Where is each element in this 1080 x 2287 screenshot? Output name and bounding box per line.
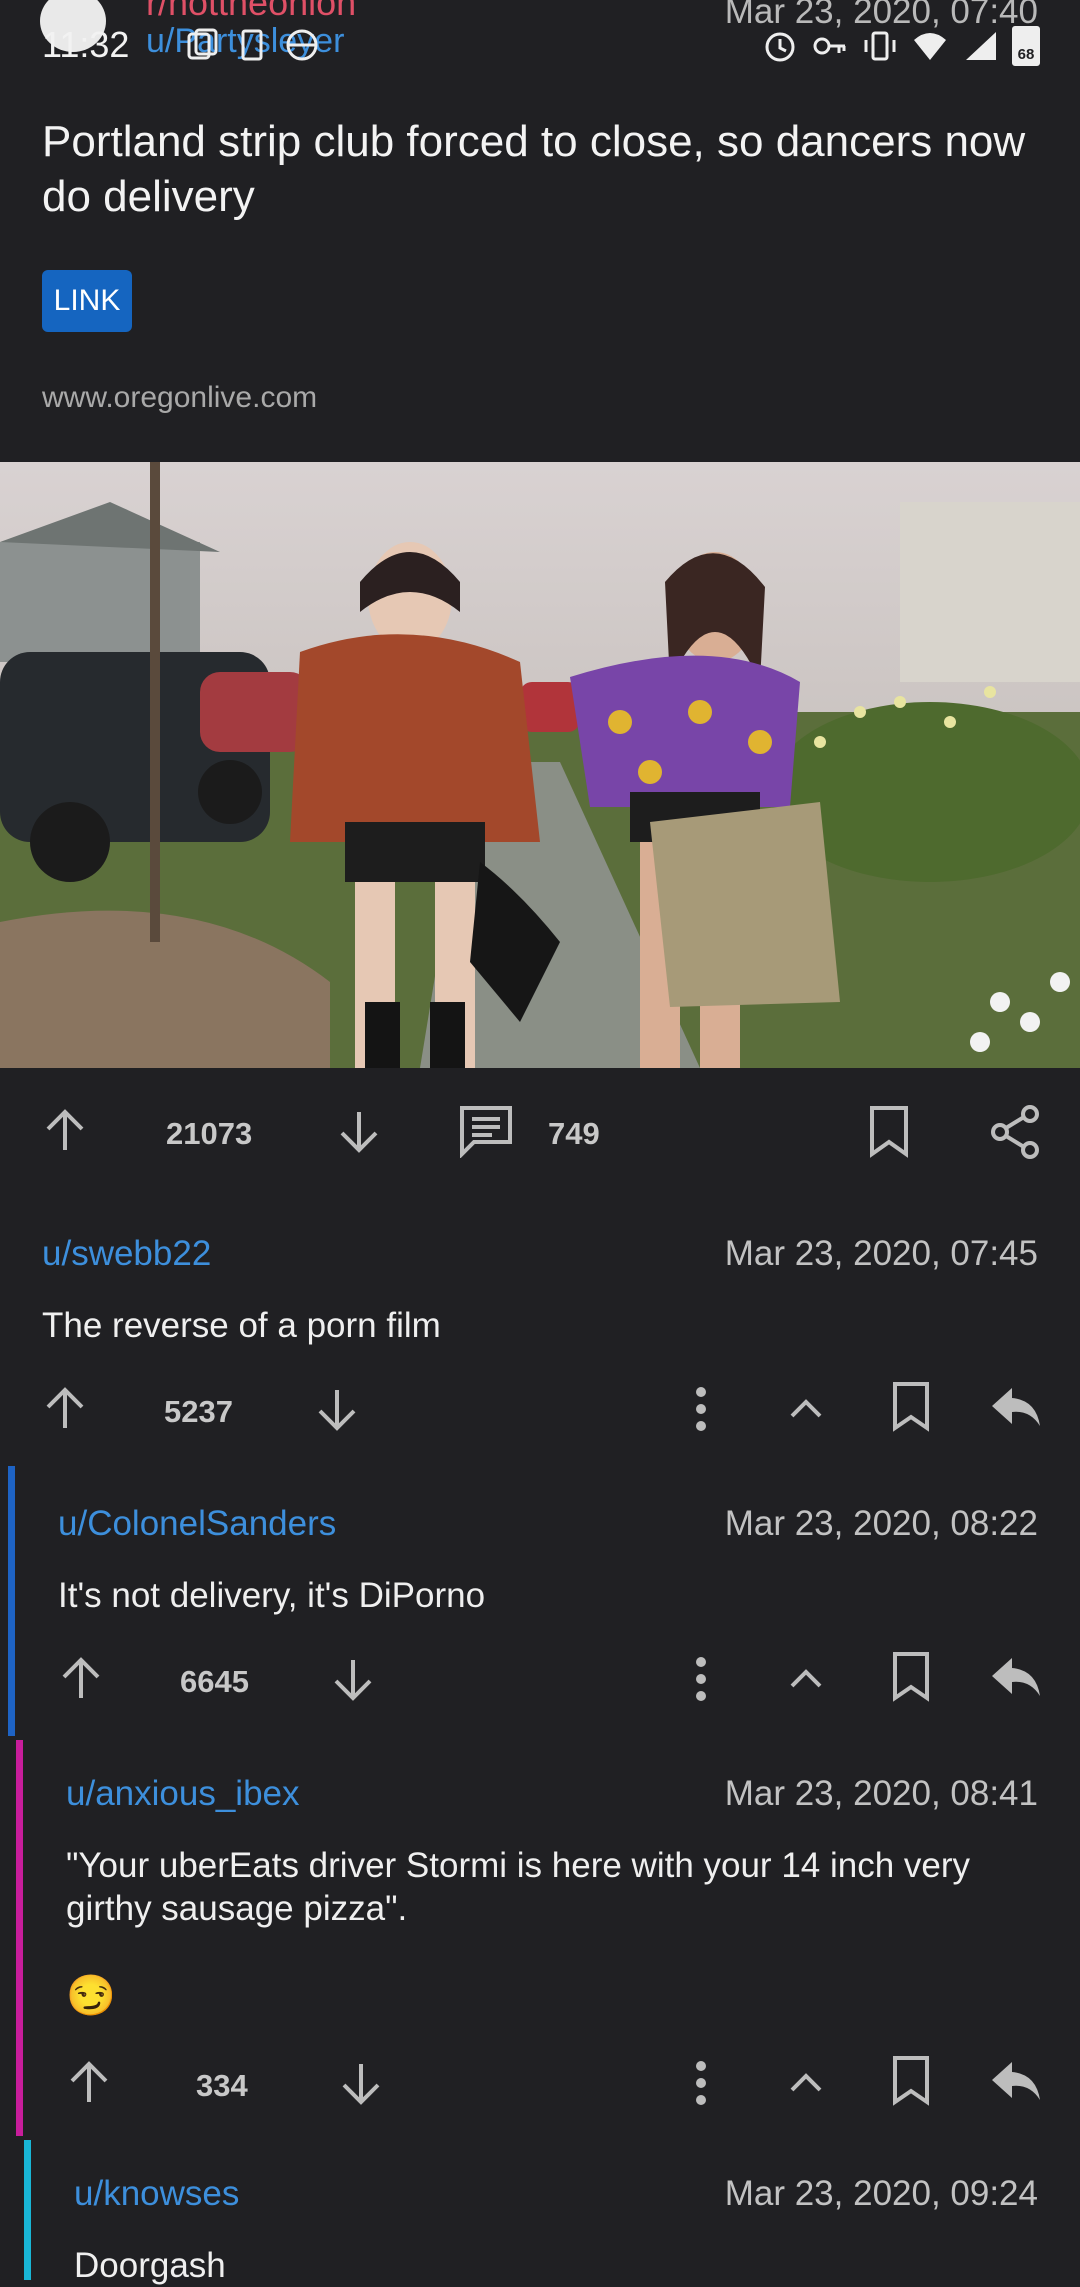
- upvote-icon[interactable]: [64, 2058, 114, 2108]
- comment-body: The reverse of a porn film: [42, 1306, 441, 1345]
- post-domain[interactable]: www.oregonlive.com: [42, 381, 317, 415]
- post-title[interactable]: Portland strip club forced to close, so …: [42, 114, 1032, 224]
- collapse-icon[interactable]: [786, 2064, 826, 2100]
- downvote-icon[interactable]: [334, 1106, 384, 1156]
- comment-count: 749: [548, 1116, 600, 1151]
- comment: u/ColonelSanders Mar 23, 2020, 08:22 It'…: [0, 1466, 1080, 1736]
- more-options-icon[interactable]: [686, 1654, 716, 1704]
- more-options-icon[interactable]: [686, 2058, 716, 2108]
- upvote-icon[interactable]: [56, 1654, 106, 1704]
- signal-icon: [966, 32, 996, 60]
- reply-icon[interactable]: [990, 1384, 1042, 1430]
- share-icon[interactable]: [990, 1104, 1042, 1160]
- upvote-icon[interactable]: [40, 1384, 90, 1434]
- comment-body: It's not delivery, it's DiPorno: [58, 1576, 486, 1615]
- bookmark-icon[interactable]: [866, 1104, 912, 1160]
- comment: u/anxious_ibex Mar 23, 2020, 08:41 "Your…: [0, 1740, 1080, 2136]
- post-action-bar: 21073 749: [0, 1090, 1080, 1174]
- comment-author[interactable]: u/anxious_ibex: [66, 1774, 300, 1814]
- alarm-icon: [765, 32, 795, 62]
- comment-author[interactable]: u/knowses: [74, 2174, 239, 2214]
- more-options-icon[interactable]: [686, 1384, 716, 1434]
- comment-date: Mar 23, 2020, 07:45: [724, 1234, 1038, 1273]
- downvote-icon[interactable]: [328, 1654, 378, 1704]
- emoji: 😏: [66, 1974, 116, 2018]
- upvote-icon[interactable]: [40, 1106, 90, 1156]
- subreddit-name[interactable]: r/nottheonion: [146, 0, 356, 24]
- comment-body: Doorgash: [74, 2246, 226, 2285]
- comment-action-bar: 5237: [0, 1374, 1080, 1444]
- wifi-icon: [914, 33, 946, 60]
- comment-score: 6645: [180, 1664, 249, 1699]
- post-score: 21073: [166, 1116, 253, 1151]
- collapse-icon[interactable]: [786, 1660, 826, 1696]
- downvote-icon[interactable]: [312, 1384, 362, 1434]
- comment-action-bar: 6645: [0, 1644, 1080, 1714]
- status-time: 11:32: [42, 24, 130, 65]
- comment: u/swebb22 Mar 23, 2020, 07:45 The revers…: [0, 1220, 1080, 1460]
- comment-date: Mar 23, 2020, 08:22: [724, 1504, 1038, 1543]
- battery-level: 68: [1017, 46, 1035, 63]
- comment: u/knowses Mar 23, 2020, 09:24 Doorgash: [0, 2140, 1080, 2285]
- comment-score: 334: [196, 2068, 248, 2103]
- comment-date: Mar 23, 2020, 09:24: [724, 2174, 1038, 2213]
- comment-body: "Your uberEats driver Stormi is here wit…: [66, 1846, 971, 1928]
- comment-date: Mar 23, 2020, 08:41: [724, 1774, 1038, 1813]
- thread-depth-bar: [24, 2140, 31, 2280]
- comment-score: 5237: [164, 1394, 233, 1429]
- comment-author[interactable]: u/swebb22: [42, 1234, 211, 1274]
- comment-action-bar: 334: [0, 2048, 1080, 2118]
- bookmark-icon[interactable]: [890, 1380, 932, 1434]
- pokeball-icon: [286, 29, 318, 61]
- notification-icons: [185, 28, 319, 62]
- bookmark-icon[interactable]: [890, 1650, 932, 1704]
- vibrate-icon: [864, 31, 896, 61]
- vpn-key-icon: [813, 37, 846, 55]
- sim-icon: [241, 29, 263, 61]
- battery-icon: 68: [1012, 26, 1040, 66]
- comments-icon[interactable]: [458, 1102, 514, 1158]
- post-image[interactable]: [0, 462, 1080, 1068]
- link-badge[interactable]: LINK: [42, 270, 132, 332]
- downvote-icon[interactable]: [336, 2058, 386, 2108]
- comment-author[interactable]: u/ColonelSanders: [58, 1504, 336, 1544]
- reply-icon[interactable]: [990, 1654, 1042, 1700]
- bookmark-icon[interactable]: [890, 2054, 932, 2108]
- collapse-icon[interactable]: [786, 1390, 826, 1426]
- status-icons: 68: [762, 26, 1040, 66]
- reply-icon[interactable]: [990, 2058, 1042, 2104]
- copy-icon: [187, 28, 218, 60]
